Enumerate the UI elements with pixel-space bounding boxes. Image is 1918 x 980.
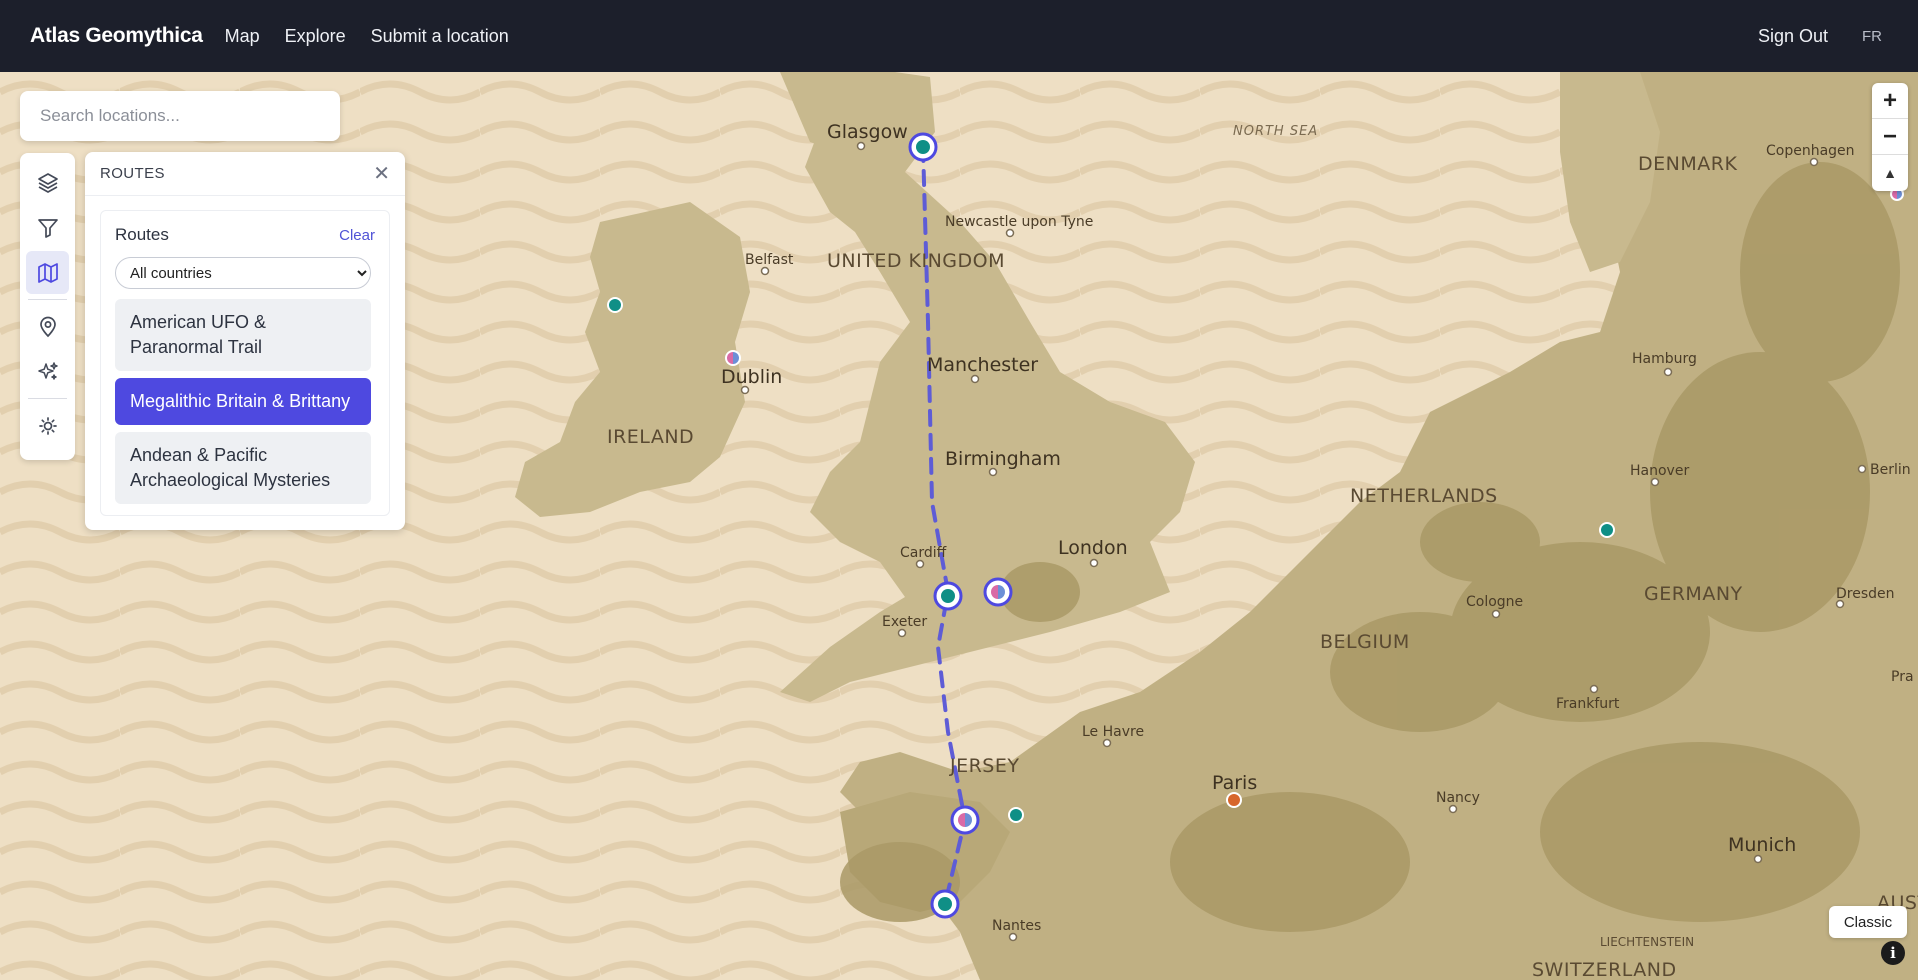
filter-button[interactable]: [26, 206, 69, 249]
routes-panel-header: ROUTES ✕: [85, 152, 405, 196]
route-marker-brittany-north[interactable]: [950, 805, 980, 835]
language-toggle[interactable]: FR: [1862, 28, 1882, 45]
zoom-in-button[interactable]: +: [1872, 83, 1908, 119]
routes-panel: ROUTES ✕ Routes Clear All countries Amer…: [85, 152, 405, 530]
filter-icon: [37, 218, 58, 238]
label-dublin: Dublin: [721, 366, 782, 388]
sun-icon: [38, 416, 57, 435]
label-cologne: Cologne: [1466, 594, 1523, 610]
label-paris: Paris: [1212, 772, 1257, 794]
routes-card-title: Routes: [115, 225, 169, 244]
label-london: London: [1058, 537, 1128, 559]
label-united-kingdom: UNITED KINGDOM: [827, 250, 1005, 272]
search-box: [20, 91, 340, 141]
location-marker-ireland-west[interactable]: [607, 297, 623, 313]
toolbar-divider-2: [28, 398, 67, 399]
map-icon: [37, 262, 58, 283]
route-marker-carnac[interactable]: [930, 889, 960, 919]
locations-button[interactable]: [26, 305, 69, 348]
country-select[interactable]: All countries: [115, 257, 371, 289]
label-frankfurt: Frankfurt: [1556, 696, 1620, 712]
route-marker-wales[interactable]: [933, 581, 963, 611]
zoom-out-button[interactable]: −: [1872, 119, 1908, 155]
label-pra: Pra: [1891, 669, 1914, 685]
label-hamburg: Hamburg: [1632, 351, 1697, 367]
nav-right: Sign Out FR: [1758, 26, 1888, 47]
location-marker-paris[interactable]: [1226, 792, 1242, 808]
classic-style-button[interactable]: Classic: [1829, 906, 1907, 938]
route-marker-stonehenge[interactable]: [983, 577, 1013, 607]
label-cardiff: Cardiff: [900, 545, 947, 561]
layers-icon: [37, 172, 58, 193]
left-toolbar: [20, 153, 75, 460]
route-item-megalithic[interactable]: Megalithic Britain & Brittany: [115, 378, 371, 425]
location-marker-dublin[interactable]: [725, 350, 741, 366]
compass-icon: ▲: [1883, 165, 1897, 181]
label-nancy: Nancy: [1436, 790, 1480, 806]
location-marker-germany[interactable]: [1599, 522, 1615, 538]
label-hanover: Hanover: [1630, 463, 1689, 479]
routes-card: Routes Clear All countries American UFO …: [100, 210, 390, 516]
label-glasgow: Glasgow: [827, 121, 908, 143]
brand-logo[interactable]: Atlas Geomythica: [30, 24, 203, 48]
ai-button[interactable]: [26, 350, 69, 393]
label-nantes: Nantes: [992, 918, 1041, 934]
label-le-havre: Le Havre: [1082, 724, 1144, 740]
label-ireland: IRELAND: [607, 426, 694, 448]
label-liechtenstein: LIECHTENSTEIN: [1600, 935, 1694, 949]
label-north-sea: NORTH SEA: [1233, 124, 1318, 139]
top-navbar: Atlas Geomythica Map Explore Submit a lo…: [0, 0, 1918, 72]
label-munich: Munich: [1728, 834, 1796, 856]
label-germany: GERMANY: [1644, 583, 1743, 605]
location-marker-jersey[interactable]: [1008, 807, 1024, 823]
label-copenhagen: Copenhagen: [1766, 143, 1855, 159]
route-marker-glasgow[interactable]: [908, 132, 938, 162]
label-switzerland: SWITZERLAND: [1532, 959, 1677, 980]
route-item-ufo[interactable]: American UFO & Paranormal Trail: [115, 299, 371, 371]
close-icon[interactable]: ✕: [373, 164, 390, 184]
routes-card-header: Routes Clear: [115, 225, 375, 245]
routes-button[interactable]: [26, 251, 69, 294]
label-belgium: BELGIUM: [1320, 631, 1410, 653]
label-exeter: Exeter: [882, 614, 927, 630]
routes-panel-title: ROUTES: [100, 165, 165, 182]
label-netherlands: NETHERLANDS: [1350, 485, 1498, 507]
theme-toggle-button[interactable]: [26, 404, 69, 447]
layers-button[interactable]: [26, 161, 69, 204]
sparkles-icon: [37, 361, 58, 380]
route-item-andean[interactable]: Andean & Pacific Archaeological Mysterie…: [115, 432, 371, 504]
clear-button[interactable]: Clear: [339, 227, 375, 244]
map-pin-icon: [39, 316, 56, 337]
nav-explore[interactable]: Explore: [285, 26, 346, 47]
compass-button[interactable]: ▲: [1872, 155, 1908, 191]
zoom-controls: + − ▲: [1872, 83, 1908, 191]
search-input[interactable]: [40, 106, 320, 126]
label-dresden: Dresden: [1836, 586, 1895, 602]
info-icon[interactable]: i: [1881, 941, 1905, 965]
label-newcastle: Newcastle upon Tyne: [945, 214, 1093, 230]
label-manchester: Manchester: [927, 354, 1038, 376]
nav-submit-location[interactable]: Submit a location: [371, 26, 509, 47]
sign-out-link[interactable]: Sign Out: [1758, 26, 1828, 47]
toolbar-divider: [28, 299, 67, 300]
label-berlin: Berlin: [1870, 462, 1911, 478]
label-denmark: DENMARK: [1638, 153, 1737, 175]
label-jersey: JERSEY: [949, 755, 1019, 777]
nav-map[interactable]: Map: [225, 26, 260, 47]
label-birmingham: Birmingham: [945, 448, 1061, 470]
label-belfast: Belfast: [745, 252, 794, 268]
